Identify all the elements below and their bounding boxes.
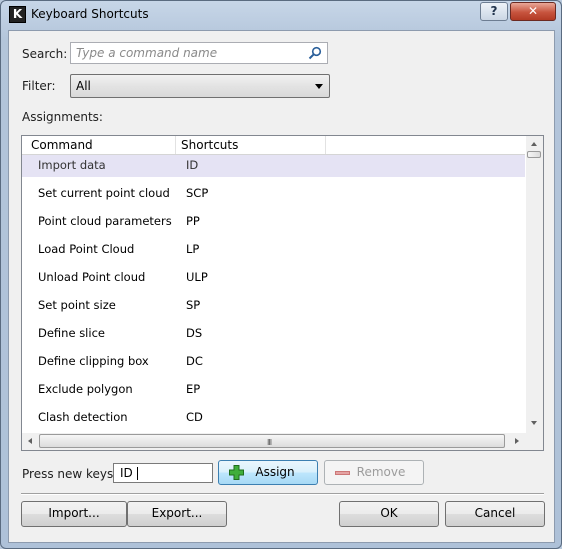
table-row[interactable]: Exclude polygon EP [22,379,525,401]
filter-select[interactable]: All [70,74,330,98]
command-cell: Clash detection [38,410,128,424]
dialog-body: Search: Type a command name Filter: All … [8,30,555,543]
list-header: Command Shortcuts [22,136,525,155]
keyboard-shortcuts-dialog: K Keyboard Shortcuts ? ✕ Search: Type a … [0,0,562,549]
shortcut-cell: SP [186,298,201,312]
shortcut-cell: ID [186,158,199,172]
horizontal-scroll-thumb[interactable]: III [39,434,505,448]
table-row[interactable]: Import data ID [22,155,525,177]
command-cell: Exclude polygon [38,382,133,396]
table-row[interactable]: Define slice DS [22,323,525,345]
shortcut-cell: DS [186,326,203,340]
scrollbar-corner [526,433,543,450]
vertical-scrollbar[interactable] [526,136,543,433]
divider [21,493,544,495]
filter-label: Filter: [22,79,56,93]
column-header-command[interactable]: Command [31,138,93,152]
command-cell: Point cloud parameters [38,214,172,228]
shortcut-cell: EP [186,382,201,396]
chevron-down-icon [315,84,323,89]
command-cell: Define clipping box [38,354,149,368]
import-button[interactable]: Import... [21,501,127,527]
command-cell: Unload Point cloud [38,270,146,284]
new-keys-input[interactable]: ID [113,463,213,483]
remove-button[interactable]: Remove [324,460,424,485]
scroll-grip-icon: III [267,438,272,447]
table-row[interactable]: Set point size SP [22,295,525,317]
table-row[interactable]: Unload Point cloud ULP [22,267,525,289]
close-button[interactable]: ✕ [510,2,556,21]
command-cell: Set current point cloud [38,186,170,200]
command-cell: Set point size [38,298,116,312]
shortcut-cell: DC [186,354,203,368]
vertical-scroll-thumb[interactable] [527,151,541,158]
table-row[interactable]: Point cloud parameters PP [22,211,525,233]
window-title: Keyboard Shortcuts [31,7,149,21]
shortcut-cell: CD [186,410,203,424]
search-input[interactable]: Type a command name [70,42,328,64]
assignments-label: Assignments: [22,110,103,124]
shortcut-cell: LP [186,242,200,256]
assignments-list[interactable]: Command Shortcuts Import data ID Set curre… [21,135,544,451]
column-separator[interactable] [175,136,176,154]
assign-label: Assign [255,465,295,479]
assign-button[interactable]: Assign [218,460,318,485]
shortcut-cell: PP [186,214,200,228]
press-new-keys-label: Press new keys: [22,467,118,481]
help-button[interactable]: ? [480,2,508,21]
title-bar: K Keyboard Shortcuts ? ✕ [1,1,561,29]
column-separator[interactable] [325,136,326,154]
command-cell: Import data [38,158,106,172]
new-keys-value: ID [120,466,133,480]
search-icon[interactable] [308,46,322,60]
table-row[interactable]: Clash detection CD [22,407,525,429]
text-caret [137,467,138,480]
remove-label: Remove [356,465,406,479]
table-row[interactable]: Set current point cloud SCP [22,183,525,205]
export-button[interactable]: Export... [127,501,227,527]
column-header-shortcuts[interactable]: Shortcuts [181,138,238,152]
scroll-left-icon[interactable] [28,438,32,444]
command-cell: Define slice [38,326,105,340]
scroll-right-icon[interactable] [515,438,519,444]
search-label: Search: [22,47,68,61]
horizontal-scrollbar[interactable]: III [22,433,526,450]
shortcut-cell: SCP [186,186,209,200]
cancel-button[interactable]: Cancel [445,501,545,527]
scroll-down-icon[interactable] [531,421,537,425]
scroll-up-icon[interactable] [531,142,537,146]
ok-button[interactable]: OK [339,501,439,527]
filter-value: All [76,79,91,93]
table-row[interactable]: Load Point Cloud LP [22,239,525,261]
app-logo-icon: K [9,6,26,23]
table-row[interactable]: Define clipping box DC [22,351,525,373]
search-placeholder: Type a command name [76,46,218,60]
shortcut-cell: ULP [186,270,208,284]
command-cell: Load Point Cloud [38,242,135,256]
